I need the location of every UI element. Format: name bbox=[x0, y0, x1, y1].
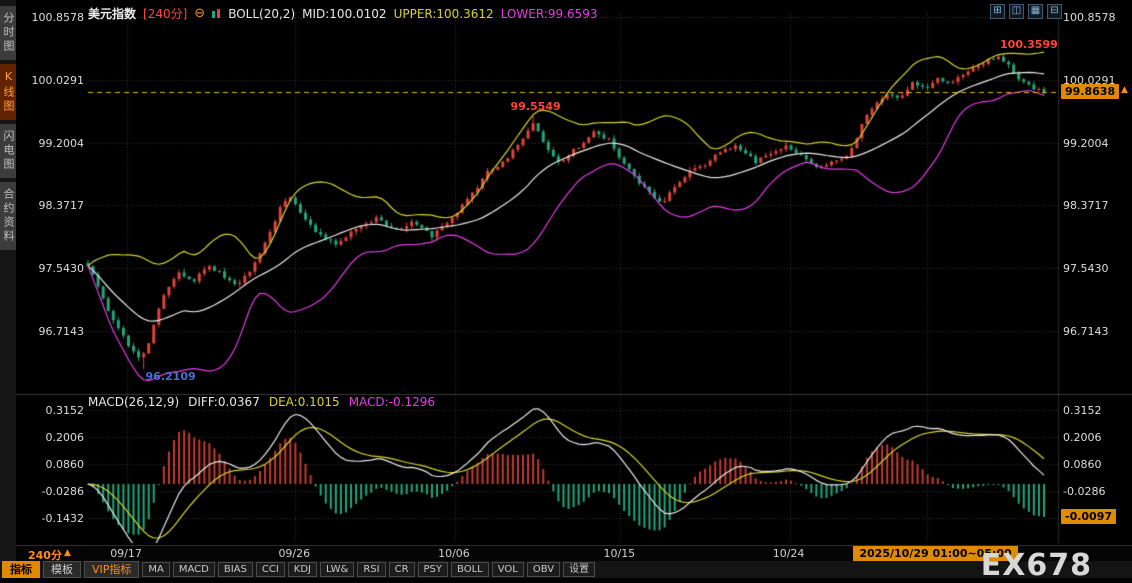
indicator-button-macd[interactable]: MACD bbox=[172, 562, 215, 577]
x-axis-date: 10/15 bbox=[603, 547, 636, 560]
sidebar-tab-1[interactable]: K线图 bbox=[0, 64, 16, 120]
window-layout-icons: ⊞ ◫ ▦ ⊟ bbox=[990, 4, 1062, 19]
macd-last-badge: -0.0097 bbox=[1061, 509, 1117, 524]
low-price-annotation: 96.2109 bbox=[145, 370, 196, 384]
x-axis-row: 240分 ▲ 2025/10/29 01:00~05:00 09/17 09/26… bbox=[0, 545, 1132, 562]
price-axis-label: 100.8578 bbox=[31, 11, 85, 24]
price-up-arrow-icon: ▲ bbox=[1121, 85, 1128, 96]
toolbar-tab-2[interactable]: VIP指标 bbox=[84, 561, 140, 578]
indicator-button-vol[interactable]: VOL bbox=[491, 562, 524, 577]
indicator-button-psy[interactable]: PSY bbox=[417, 562, 449, 577]
price-axis-label: 100.8578 bbox=[1063, 11, 1116, 24]
price-axis-label: 97.5430 bbox=[1063, 262, 1109, 276]
macd-hist-value: MACD:-0.1296 bbox=[348, 395, 436, 409]
indicator-name: BOLL(20,2) bbox=[228, 6, 296, 21]
sidebar: 分时图 K线图闪电图合约资料 bbox=[0, 0, 16, 578]
indicator-button-kdj[interactable]: KDJ bbox=[287, 562, 317, 577]
boll-mid-value: MID:100.0102 bbox=[302, 6, 387, 21]
zoom-out-icon[interactable]: ⊖ bbox=[194, 6, 205, 21]
chart-canvas[interactable] bbox=[0, 0, 1132, 578]
price-axis-label: 96.7143 bbox=[38, 325, 85, 338]
macd-axis-label: 0.2006 bbox=[45, 431, 85, 444]
macd-diff-value: DIFF:0.0367 bbox=[188, 395, 260, 409]
indicator-toolbar: 指标 模板 VIP指标 MA MACD BIAS CCI KDJ LW& RSI CR PSY BOLL… bbox=[0, 561, 1132, 578]
last-price-badge: 99.8638 bbox=[1061, 84, 1120, 100]
macd-axis-label: 0.3152 bbox=[45, 404, 85, 418]
indicator-button-obv[interactable]: OBV bbox=[526, 562, 561, 577]
indicator-button-bias[interactable]: BIAS bbox=[217, 562, 253, 577]
macd-axis-label: -0.0286 bbox=[41, 484, 84, 498]
macd-header: MACD(26,12,9) DIFF:0.0367 DEA:0.1015 MAC… bbox=[88, 395, 435, 409]
macd-axis-label: -0.0286 bbox=[1063, 484, 1106, 498]
symbol-name: 美元指数 bbox=[88, 7, 137, 21]
toolbar-tab-1[interactable]: 模板 bbox=[43, 561, 81, 578]
indicator-button-boll[interactable]: BOLL bbox=[451, 562, 489, 577]
settings-button[interactable]: 设置 bbox=[563, 562, 596, 577]
x-axis-date: 10/06 bbox=[438, 547, 470, 560]
price-axis-label: 99.2004 bbox=[1063, 136, 1109, 150]
sidebar-tab-0[interactable]: 分时图 bbox=[0, 6, 16, 60]
macd-indicator-name: MACD(26,12,9) bbox=[88, 395, 180, 409]
indicator-button-ma[interactable]: MA bbox=[142, 562, 170, 577]
candles-icon bbox=[212, 8, 221, 19]
chart-header: 美元指数 [240分] ⊖ BOLL(20,2) MID:100.0102 UP… bbox=[88, 5, 597, 22]
high-price-annotation: 100.3599 bbox=[1000, 37, 1058, 51]
indicator-button-rsi[interactable]: RSI bbox=[357, 562, 386, 577]
indicator-button-lw[interactable]: LW& bbox=[320, 562, 355, 577]
period-selector[interactable]: [240分] bbox=[143, 5, 187, 22]
x-axis-date: 10/24 bbox=[772, 547, 805, 560]
macd-axis-label: 0.0860 bbox=[45, 457, 85, 471]
price-axis-label: 98.3717 bbox=[1063, 199, 1109, 213]
price-axis-label: 100.0291 bbox=[31, 73, 85, 87]
sidebar-tab-3[interactable]: 合约资料 bbox=[0, 182, 16, 250]
macd-axis-label: 0.3152 bbox=[1063, 404, 1102, 418]
x-axis-date: 09/17 bbox=[110, 547, 142, 560]
macd-axis-label: 0.2006 bbox=[1063, 431, 1102, 444]
price-axis-label: 96.7143 bbox=[1063, 325, 1109, 338]
x-axis-date: 09/26 bbox=[278, 547, 311, 560]
price-axis-label: 97.5430 bbox=[38, 262, 85, 276]
boll-upper-value: UPPER:100.3612 bbox=[393, 6, 494, 21]
layout-minimize-icon[interactable]: ⊟ bbox=[1047, 4, 1062, 19]
layout-grid-icon[interactable]: ⊞ bbox=[990, 4, 1005, 19]
boll-lower-value: LOWER:99.6593 bbox=[500, 6, 598, 21]
sidebar-tab-2[interactable]: 闪电图 bbox=[0, 124, 16, 178]
macd-dea-value: DEA:0.1015 bbox=[268, 395, 340, 409]
timeframe-arrow-icon: ▲ bbox=[64, 548, 71, 558]
indicator-button-cr[interactable]: CR bbox=[388, 562, 415, 577]
layout-cells-icon[interactable]: ▦ bbox=[1028, 4, 1043, 19]
macd-axis-label: 0.0860 bbox=[1063, 457, 1102, 471]
indicator-button-cci[interactable]: CCI bbox=[255, 562, 285, 577]
macd-axis-label: -0.1432 bbox=[41, 511, 84, 525]
swing-high-annotation: 99.5549 bbox=[510, 99, 561, 113]
price-axis-label: 98.3717 bbox=[38, 199, 85, 213]
layout-split-icon[interactable]: ◫ bbox=[1009, 4, 1024, 19]
toolbar-tab-0[interactable]: 指标 bbox=[2, 561, 40, 578]
price-axis-label: 99.2004 bbox=[38, 136, 85, 150]
